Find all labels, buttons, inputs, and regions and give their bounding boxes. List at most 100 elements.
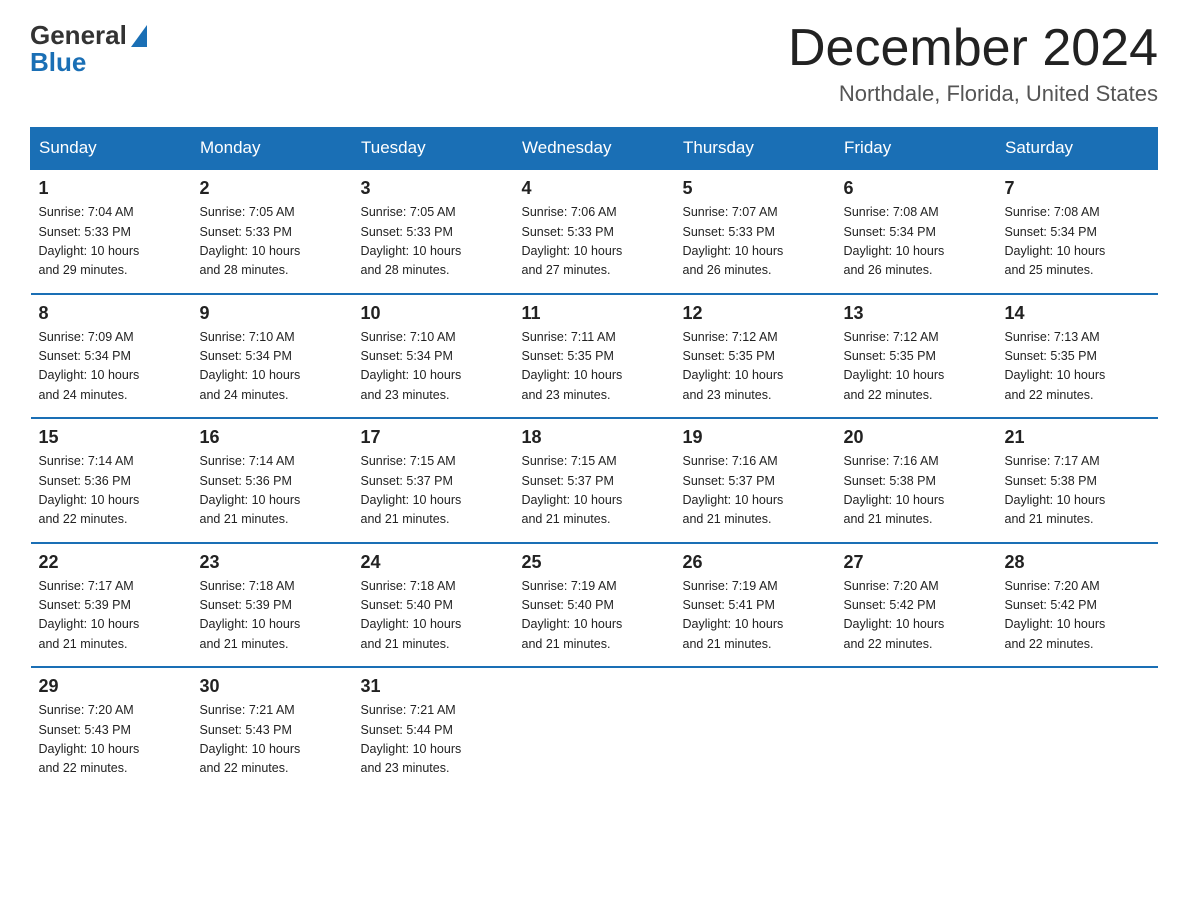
day-number: 14 [1005,303,1150,324]
day-number: 28 [1005,552,1150,573]
day-number: 30 [200,676,345,697]
day-number: 2 [200,178,345,199]
day-info: Sunrise: 7:17 AM Sunset: 5:38 PM Dayligh… [1005,452,1150,530]
calendar-day-cell: 27Sunrise: 7:20 AM Sunset: 5:42 PM Dayli… [836,543,997,668]
calendar-day-cell: 15Sunrise: 7:14 AM Sunset: 5:36 PM Dayli… [31,418,192,543]
calendar-day-cell: 14 Sunrise: 7:13 AM Sunset: 5:35 PM Dayli… [997,294,1158,419]
day-number: 22 [39,552,184,573]
weekday-header-sunday: Sunday [31,128,192,170]
page-header: General Blue December 2024 Northdale, Fl… [30,20,1158,107]
day-number: 24 [361,552,506,573]
day-number: 6 [844,178,989,199]
day-info: Sunrise: 7:13 AM Sunset: 5:35 PM Dayligh… [1005,328,1150,406]
day-number: 26 [683,552,828,573]
calendar-day-cell: 31 Sunrise: 7:21 AM Sunset: 5:44 PM Dayli… [353,667,514,791]
day-info: Sunrise: 7:18 AM Sunset: 5:40 PM Dayligh… [361,577,506,655]
calendar-day-cell: 1 Sunrise: 7:04 AM Sunset: 5:33 PM Daylig… [31,169,192,294]
day-number: 4 [522,178,667,199]
calendar-empty-cell [836,667,997,791]
weekday-header-thursday: Thursday [675,128,836,170]
day-info: Sunrise: 7:19 AM Sunset: 5:41 PM Dayligh… [683,577,828,655]
calendar-day-cell: 10 Sunrise: 7:10 AM Sunset: 5:34 PM Dayli… [353,294,514,419]
day-number: 3 [361,178,506,199]
calendar-day-cell: 12Sunrise: 7:12 AM Sunset: 5:35 PM Dayli… [675,294,836,419]
day-number: 23 [200,552,345,573]
day-number: 21 [1005,427,1150,448]
calendar-empty-cell [997,667,1158,791]
day-info: Sunrise: 7:21 AM Sunset: 5:44 PM Dayligh… [361,701,506,779]
day-info: Sunrise: 7:15 AM Sunset: 5:37 PM Dayligh… [522,452,667,530]
calendar-table: SundayMondayTuesdayWednesdayThursdayFrid… [30,127,1158,791]
day-number: 25 [522,552,667,573]
day-number: 19 [683,427,828,448]
day-number: 18 [522,427,667,448]
calendar-week-row: 1 Sunrise: 7:04 AM Sunset: 5:33 PM Daylig… [31,169,1158,294]
logo: General Blue [30,20,147,78]
day-info: Sunrise: 7:09 AM Sunset: 5:34 PM Dayligh… [39,328,184,406]
calendar-day-cell: 11 Sunrise: 7:11 AM Sunset: 5:35 PM Dayli… [514,294,675,419]
calendar-day-cell: 22Sunrise: 7:17 AM Sunset: 5:39 PM Dayli… [31,543,192,668]
calendar-day-cell: 13 Sunrise: 7:12 AM Sunset: 5:35 PM Dayli… [836,294,997,419]
calendar-week-row: 29Sunrise: 7:20 AM Sunset: 5:43 PM Dayli… [31,667,1158,791]
day-info: Sunrise: 7:21 AM Sunset: 5:43 PM Dayligh… [200,701,345,779]
calendar-day-cell: 25Sunrise: 7:19 AM Sunset: 5:40 PM Dayli… [514,543,675,668]
day-number: 11 [522,303,667,324]
calendar-empty-cell [514,667,675,791]
calendar-day-cell: 5 Sunrise: 7:07 AM Sunset: 5:33 PM Daylig… [675,169,836,294]
location-subtitle: Northdale, Florida, United States [788,81,1158,107]
day-info: Sunrise: 7:11 AM Sunset: 5:35 PM Dayligh… [522,328,667,406]
title-section: December 2024 Northdale, Florida, United… [788,20,1158,107]
calendar-day-cell: 6 Sunrise: 7:08 AM Sunset: 5:34 PM Daylig… [836,169,997,294]
calendar-day-cell: 30 Sunrise: 7:21 AM Sunset: 5:43 PM Dayli… [192,667,353,791]
calendar-day-cell: 23Sunrise: 7:18 AM Sunset: 5:39 PM Dayli… [192,543,353,668]
calendar-day-cell: 20Sunrise: 7:16 AM Sunset: 5:38 PM Dayli… [836,418,997,543]
day-info: Sunrise: 7:10 AM Sunset: 5:34 PM Dayligh… [200,328,345,406]
day-info: Sunrise: 7:15 AM Sunset: 5:37 PM Dayligh… [361,452,506,530]
weekday-header-monday: Monday [192,128,353,170]
day-number: 17 [361,427,506,448]
day-info: Sunrise: 7:14 AM Sunset: 5:36 PM Dayligh… [200,452,345,530]
day-info: Sunrise: 7:12 AM Sunset: 5:35 PM Dayligh… [844,328,989,406]
day-number: 8 [39,303,184,324]
day-number: 31 [361,676,506,697]
day-number: 7 [1005,178,1150,199]
day-number: 16 [200,427,345,448]
day-info: Sunrise: 7:20 AM Sunset: 5:42 PM Dayligh… [1005,577,1150,655]
day-number: 1 [39,178,184,199]
day-number: 27 [844,552,989,573]
calendar-week-row: 22Sunrise: 7:17 AM Sunset: 5:39 PM Dayli… [31,543,1158,668]
calendar-day-cell: 26 Sunrise: 7:19 AM Sunset: 5:41 PM Dayli… [675,543,836,668]
calendar-day-cell: 9 Sunrise: 7:10 AM Sunset: 5:34 PM Daylig… [192,294,353,419]
calendar-day-cell: 2Sunrise: 7:05 AM Sunset: 5:33 PM Daylig… [192,169,353,294]
calendar-day-cell: 17 Sunrise: 7:15 AM Sunset: 5:37 PM Dayli… [353,418,514,543]
calendar-day-cell: 7 Sunrise: 7:08 AM Sunset: 5:34 PM Daylig… [997,169,1158,294]
day-info: Sunrise: 7:16 AM Sunset: 5:37 PM Dayligh… [683,452,828,530]
weekday-header-saturday: Saturday [997,128,1158,170]
weekday-header-tuesday: Tuesday [353,128,514,170]
day-info: Sunrise: 7:20 AM Sunset: 5:43 PM Dayligh… [39,701,184,779]
calendar-day-cell: 19 Sunrise: 7:16 AM Sunset: 5:37 PM Dayli… [675,418,836,543]
weekday-header-friday: Friday [836,128,997,170]
calendar-week-row: 15 Sunrise: 7:14 AM Sunset: 5:36 PM Dayli… [31,418,1158,543]
calendar-day-cell: 3 Sunrise: 7:05 AM Sunset: 5:33 PM Daylig… [353,169,514,294]
calendar-empty-cell [675,667,836,791]
calendar-day-cell: 24 Sunrise: 7:18 AM Sunset: 5:40 PM Dayli… [353,543,514,668]
calendar-day-cell: 4Sunrise: 7:06 AM Sunset: 5:33 PM Daylig… [514,169,675,294]
day-number: 10 [361,303,506,324]
day-number: 9 [200,303,345,324]
day-info: Sunrise: 7:10 AM Sunset: 5:34 PM Dayligh… [361,328,506,406]
day-number: 5 [683,178,828,199]
weekday-header-wednesday: Wednesday [514,128,675,170]
day-number: 13 [844,303,989,324]
day-info: Sunrise: 7:04 AM Sunset: 5:33 PM Dayligh… [39,203,184,281]
day-info: Sunrise: 7:05 AM Sunset: 5:33 PM Dayligh… [361,203,506,281]
day-info: Sunrise: 7:16 AM Sunset: 5:38 PM Dayligh… [844,452,989,530]
day-info: Sunrise: 7:07 AM Sunset: 5:33 PM Dayligh… [683,203,828,281]
calendar-day-cell: 18 Sunrise: 7:15 AM Sunset: 5:37 PM Dayli… [514,418,675,543]
logo-triangle-icon [131,25,147,47]
calendar-week-row: 8 Sunrise: 7:09 AM Sunset: 5:34 PM Daylig… [31,294,1158,419]
day-info: Sunrise: 7:08 AM Sunset: 5:34 PM Dayligh… [844,203,989,281]
day-info: Sunrise: 7:08 AM Sunset: 5:34 PM Dayligh… [1005,203,1150,281]
day-number: 15 [39,427,184,448]
calendar-day-cell: 21 Sunrise: 7:17 AM Sunset: 5:38 PM Dayli… [997,418,1158,543]
